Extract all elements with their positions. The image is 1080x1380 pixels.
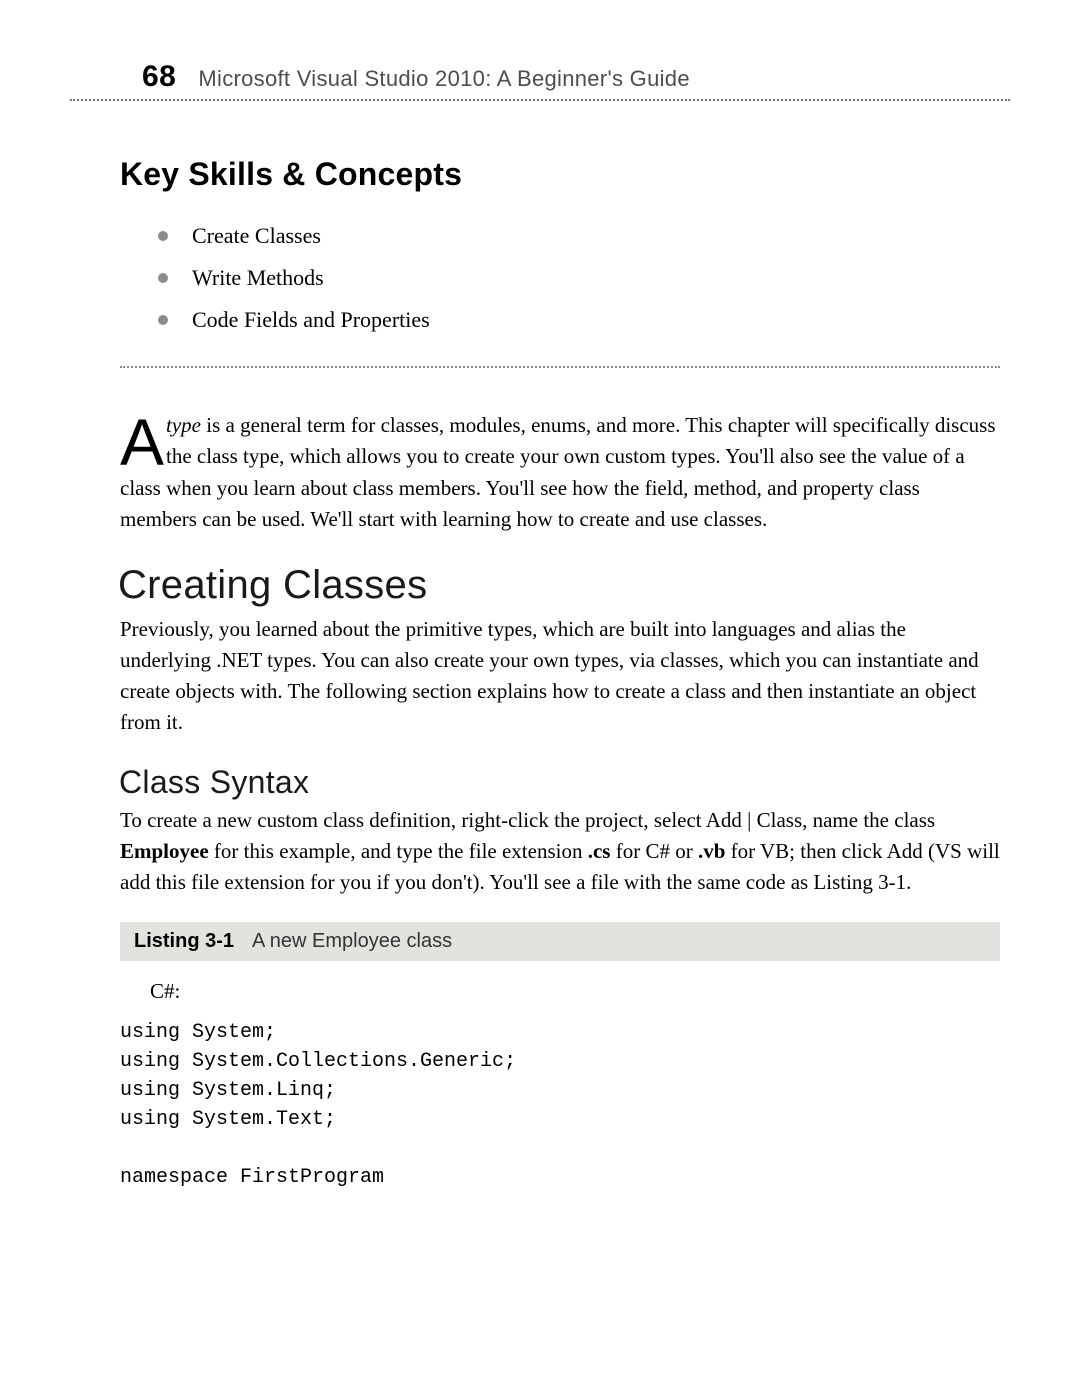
class-syntax-title: Class Syntax [119,764,1000,801]
running-title: Microsoft Visual Studio 2010: A Beginner… [198,66,689,92]
key-skills-title: Key Skills & Concepts [120,156,1000,193]
code-language-label: C#: [150,979,1000,1004]
intro-lead-italic: type [166,413,201,437]
creating-classes-paragraph: Previously, you learned about the primit… [120,614,1000,738]
list-item: Write Methods [158,257,1000,299]
listing-caption: A new Employee class [252,930,452,952]
bold-text: .cs [588,839,611,863]
bold-text: .vb [698,839,725,863]
list-item: Code Fields and Properties [158,299,1000,341]
bold-text: Employee [120,839,209,863]
creating-classes-title: Creating Classes [118,563,1000,608]
text-run: for C# or [610,839,698,863]
content-area: Key Skills & Concepts Create Classes Wri… [70,156,1010,1192]
list-item-label: Code Fields and Properties [192,307,430,332]
list-item: Create Classes [158,215,1000,257]
code-block: using System; using System.Collections.G… [120,1018,1000,1192]
key-skills-list: Create Classes Write Methods Code Fields… [120,215,1000,340]
page: 68 Microsoft Visual Studio 2010: A Begin… [0,0,1080,1380]
listing-label: Listing 3-1 [134,930,234,952]
list-item-label: Create Classes [192,223,321,248]
text-run: To create a new custom class definition,… [120,808,935,832]
page-number: 68 [142,60,176,94]
running-head: 68 Microsoft Visual Studio 2010: A Begin… [70,60,1010,101]
list-item-label: Write Methods [192,265,324,290]
text-run: for this example, and type the file exte… [209,839,588,863]
dropcap: A [120,412,166,470]
intro-paragraph: A type is a general term for classes, mo… [120,410,1000,534]
listing-bar: Listing 3-1 A new Employee class [120,922,1000,961]
class-syntax-paragraph: To create a new custom class definition,… [120,805,1000,898]
divider [120,366,1000,368]
